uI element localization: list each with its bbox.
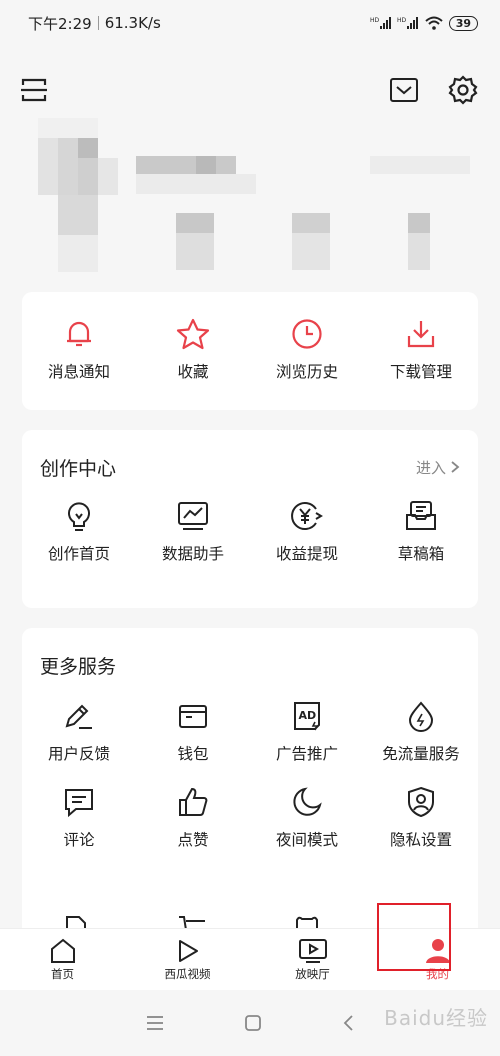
top-toolbar — [0, 70, 500, 110]
document-icon — [66, 916, 86, 928]
wallet-button[interactable]: 钱包 — [136, 700, 250, 764]
tab-theater[interactable]: 放映厅 — [250, 929, 375, 990]
ad-promotion-label: 广告推广 — [275, 745, 338, 763]
watermark: Baidu经验 — [384, 1006, 488, 1030]
more-services-row3-partial — [22, 914, 478, 928]
menu-icon[interactable] — [145, 1014, 165, 1032]
creation-home-button[interactable]: 创作首页 — [22, 500, 136, 564]
bear-icon — [296, 916, 318, 928]
status-bar: 下午2:29 61.3K/s HD HD 39 — [0, 0, 500, 46]
settings-gear-icon[interactable] — [447, 74, 479, 106]
svg-text:HD: HD — [370, 17, 380, 24]
battery-indicator: 39 — [448, 15, 478, 31]
tab-mine-label: 我的 — [426, 966, 449, 981]
ad-promotion-button[interactable]: AD 广告推广 — [250, 700, 364, 764]
svg-text:HD: HD — [397, 17, 407, 24]
cart-icon — [179, 916, 205, 928]
drafts-button[interactable]: 草稿箱 — [364, 500, 478, 564]
network-speed: 61.3K/s — [104, 14, 161, 32]
drop-icon — [408, 701, 434, 732]
likes-label: 点赞 — [177, 831, 209, 849]
comments-label: 评论 — [63, 831, 95, 849]
scan-icon[interactable] — [18, 74, 50, 106]
tab-theater-label: 放映厅 — [295, 966, 330, 981]
moon-icon — [293, 787, 322, 816]
privacy-settings-button[interactable]: 隐私设置 — [364, 786, 478, 850]
creation-home-label: 创作首页 — [47, 545, 110, 563]
creation-center-enter[interactable]: 进入 — [416, 457, 460, 478]
signal-icon: HD — [370, 17, 391, 29]
tv-icon — [298, 938, 327, 963]
history-button[interactable]: 浏览历史 — [250, 318, 364, 382]
more-services-card: 更多服务 用户反馈 钱包 AD 广告推广 免流量服务 评论 点赞 夜间模式 隐私… — [22, 628, 478, 948]
profile-header-pixelated — [0, 118, 500, 288]
thumbs-up-icon — [179, 787, 208, 816]
feedback-label: 用户反馈 — [47, 745, 110, 763]
status-divider — [97, 16, 99, 30]
data-assistant-button[interactable]: 数据助手 — [136, 500, 250, 564]
data-assistant-label: 数据助手 — [161, 545, 224, 563]
bell-icon — [67, 321, 91, 347]
earnings-withdraw-button[interactable]: 收益提现 — [250, 500, 364, 564]
downloads-label: 下载管理 — [389, 363, 452, 381]
bottom-tab-bar: 首页 西瓜视频 放映厅 我的 — [0, 928, 500, 990]
notifications-button[interactable]: 消息通知 — [22, 318, 136, 382]
privacy-settings-label: 隐私设置 — [389, 831, 452, 849]
pen-icon — [65, 704, 92, 729]
enter-label: 进入 — [415, 458, 446, 477]
tab-home-label: 首页 — [51, 966, 74, 981]
chevron-right-icon — [451, 461, 460, 473]
creation-center-title: 创作中心 — [40, 457, 117, 480]
home-square-icon[interactable] — [243, 1013, 263, 1033]
feedback-button[interactable]: 用户反馈 — [22, 700, 136, 764]
download-icon — [407, 321, 435, 348]
drafts-label: 草稿箱 — [397, 545, 445, 563]
star-icon — [176, 318, 210, 350]
lightbulb-icon — [68, 502, 90, 531]
downloads-button[interactable]: 下载管理 — [364, 318, 478, 382]
more-services-title: 更多服务 — [40, 655, 117, 678]
wallet-label: 钱包 — [177, 745, 209, 763]
back-icon[interactable] — [341, 1013, 355, 1033]
creation-center-card: 创作中心 进入 创作首页 数据助手 收益提现 草稿箱 — [22, 430, 478, 608]
svg-text:AD: AD — [299, 709, 317, 722]
yuan-icon — [291, 502, 323, 530]
draft-box-icon — [406, 501, 436, 530]
history-label: 浏览历史 — [275, 363, 338, 381]
tab-xigua-video-label: 西瓜视频 — [164, 966, 211, 981]
likes-button[interactable]: 点赞 — [136, 786, 250, 850]
status-time: 下午2:29 — [28, 14, 92, 33]
comments-button[interactable]: 评论 — [22, 786, 136, 850]
user-icon — [425, 938, 450, 963]
shield-user-icon — [408, 786, 434, 818]
favorites-label: 收藏 — [177, 363, 209, 381]
mail-icon[interactable] — [388, 74, 420, 106]
clock-icon — [292, 319, 322, 349]
night-mode-button[interactable]: 夜间模式 — [250, 786, 364, 850]
quick-actions-card: 消息通知 收藏 浏览历史 下载管理 — [22, 292, 478, 410]
free-data-button[interactable]: 免流量服务 — [364, 700, 478, 764]
signal-icon-2: HD — [397, 17, 418, 29]
favorites-button[interactable]: 收藏 — [136, 318, 250, 382]
play-icon — [178, 939, 198, 962]
chart-icon — [178, 502, 208, 530]
tab-xigua-video[interactable]: 西瓜视频 — [125, 929, 250, 990]
notifications-label: 消息通知 — [47, 363, 110, 381]
earnings-withdraw-label: 收益提现 — [275, 545, 338, 563]
wifi-icon — [425, 16, 443, 30]
wallet-icon — [179, 705, 207, 728]
home-icon — [50, 938, 75, 963]
tab-home[interactable]: 首页 — [0, 929, 125, 990]
ad-icon: AD — [294, 702, 320, 731]
night-mode-label: 夜间模式 — [275, 831, 338, 849]
comment-icon — [65, 789, 93, 818]
free-data-label: 免流量服务 — [382, 745, 460, 763]
tab-mine[interactable]: 我的 — [375, 929, 500, 990]
